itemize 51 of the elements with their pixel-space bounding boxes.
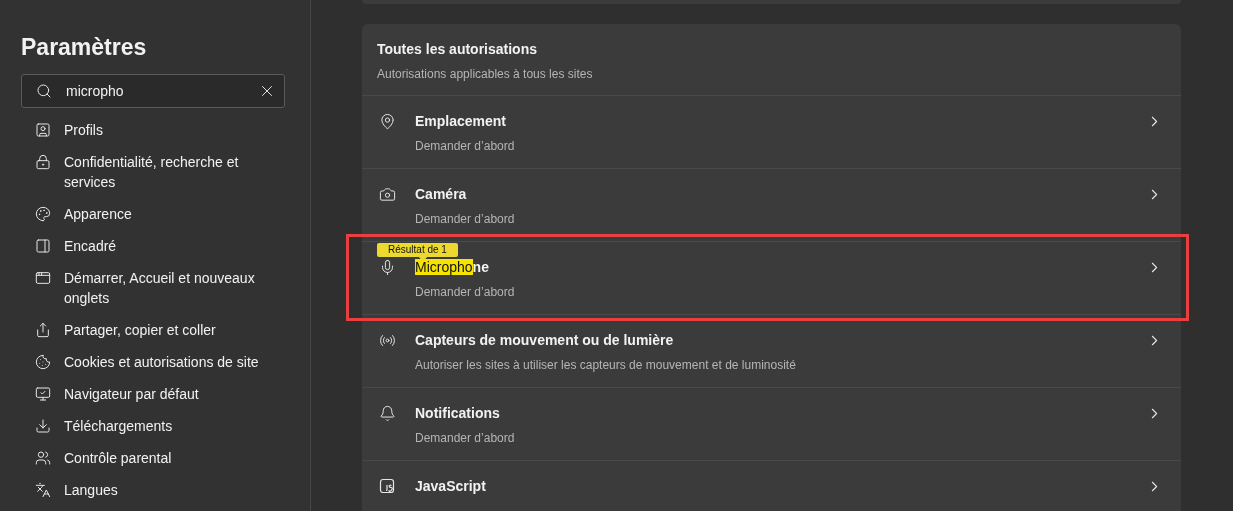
permission-title: Emplacement [415, 112, 508, 131]
permission-row[interactable]: JavaScript [362, 461, 1181, 511]
sidebar-item[interactable]: Partager, copier et coller [21, 320, 285, 340]
permission-subtitle: Demander d’abord [415, 430, 516, 446]
share-icon [35, 322, 51, 338]
search-field[interactable]: micropho [21, 74, 285, 108]
window-icon [35, 270, 51, 286]
permission-title: Microphone [415, 258, 490, 277]
permission-subtitle: Demander d’abord [415, 284, 516, 300]
sidebar-item[interactable]: Encadré [21, 236, 285, 256]
permission-row[interactable]: Emplacement Demander d’abord [362, 96, 1181, 169]
permission-title: JavaScript [415, 477, 487, 496]
permission-row[interactable]: Résultat de 1 Microphone Demander d’abord [362, 242, 1181, 315]
sidebar-item[interactable]: Contrôle parental [21, 448, 285, 468]
search-icon [36, 83, 52, 99]
location-icon [379, 112, 396, 130]
download-icon [35, 418, 51, 434]
script-file-icon [379, 478, 395, 494]
sidebar-item[interactable]: Profils [21, 120, 285, 140]
permission-title: Capteurs de mouvement ou de lumière [415, 331, 675, 350]
card-title: Toutes les autorisations [377, 41, 538, 58]
search-result-tooltip: Résultat de 1 [377, 243, 458, 257]
card-subtitle: Autorisations applicables à tous les sites [377, 66, 594, 82]
search-input[interactable]: micropho [66, 80, 258, 102]
permission-subtitle: Demander d’abord [415, 138, 516, 154]
palette-icon [35, 206, 51, 222]
page-title: Paramètres [21, 33, 148, 61]
language-icon [35, 482, 51, 498]
people-icon [35, 450, 51, 466]
bell-icon [379, 404, 396, 422]
camera-icon [379, 185, 396, 203]
sidebar-item[interactable]: Apparence [21, 204, 285, 224]
permission-row[interactable]: Notifications Demander d’abord [362, 388, 1181, 461]
monitor-check-icon [35, 386, 51, 402]
permission-row[interactable]: Caméra Demander d’abord [362, 169, 1181, 242]
permission-title: Notifications [415, 404, 501, 423]
panel-icon [35, 238, 51, 254]
permission-subtitle: Autoriser les sites à utiliser les capteurs de mouvement et de luminosité [415, 357, 797, 373]
sidebar-item[interactable]: Téléchargements [21, 416, 285, 436]
sidebar-item[interactable]: Langues [21, 480, 285, 500]
permission-title: Caméra [415, 185, 468, 204]
sidebar-item[interactable]: Cookies et autorisations de site [21, 352, 285, 372]
profile-icon [35, 122, 51, 138]
cookie-icon [35, 354, 51, 370]
sidebar-item[interactable]: Démarrer, Accueil et nouveaux onglets [21, 268, 285, 308]
permission-row[interactable]: Capteurs de mouvement ou de lumière Autoriser les sites à utiliser les capteurs de mouvement et de luminosité [362, 315, 1181, 388]
permission-subtitle: Demander d’abord [415, 211, 516, 227]
microphone-icon [379, 258, 396, 276]
lock-icon [35, 154, 51, 170]
sidebar-item[interactable]: Confidentialité, recherche et services [21, 152, 285, 192]
sidebar-item[interactable]: Navigateur par défaut [21, 384, 285, 404]
